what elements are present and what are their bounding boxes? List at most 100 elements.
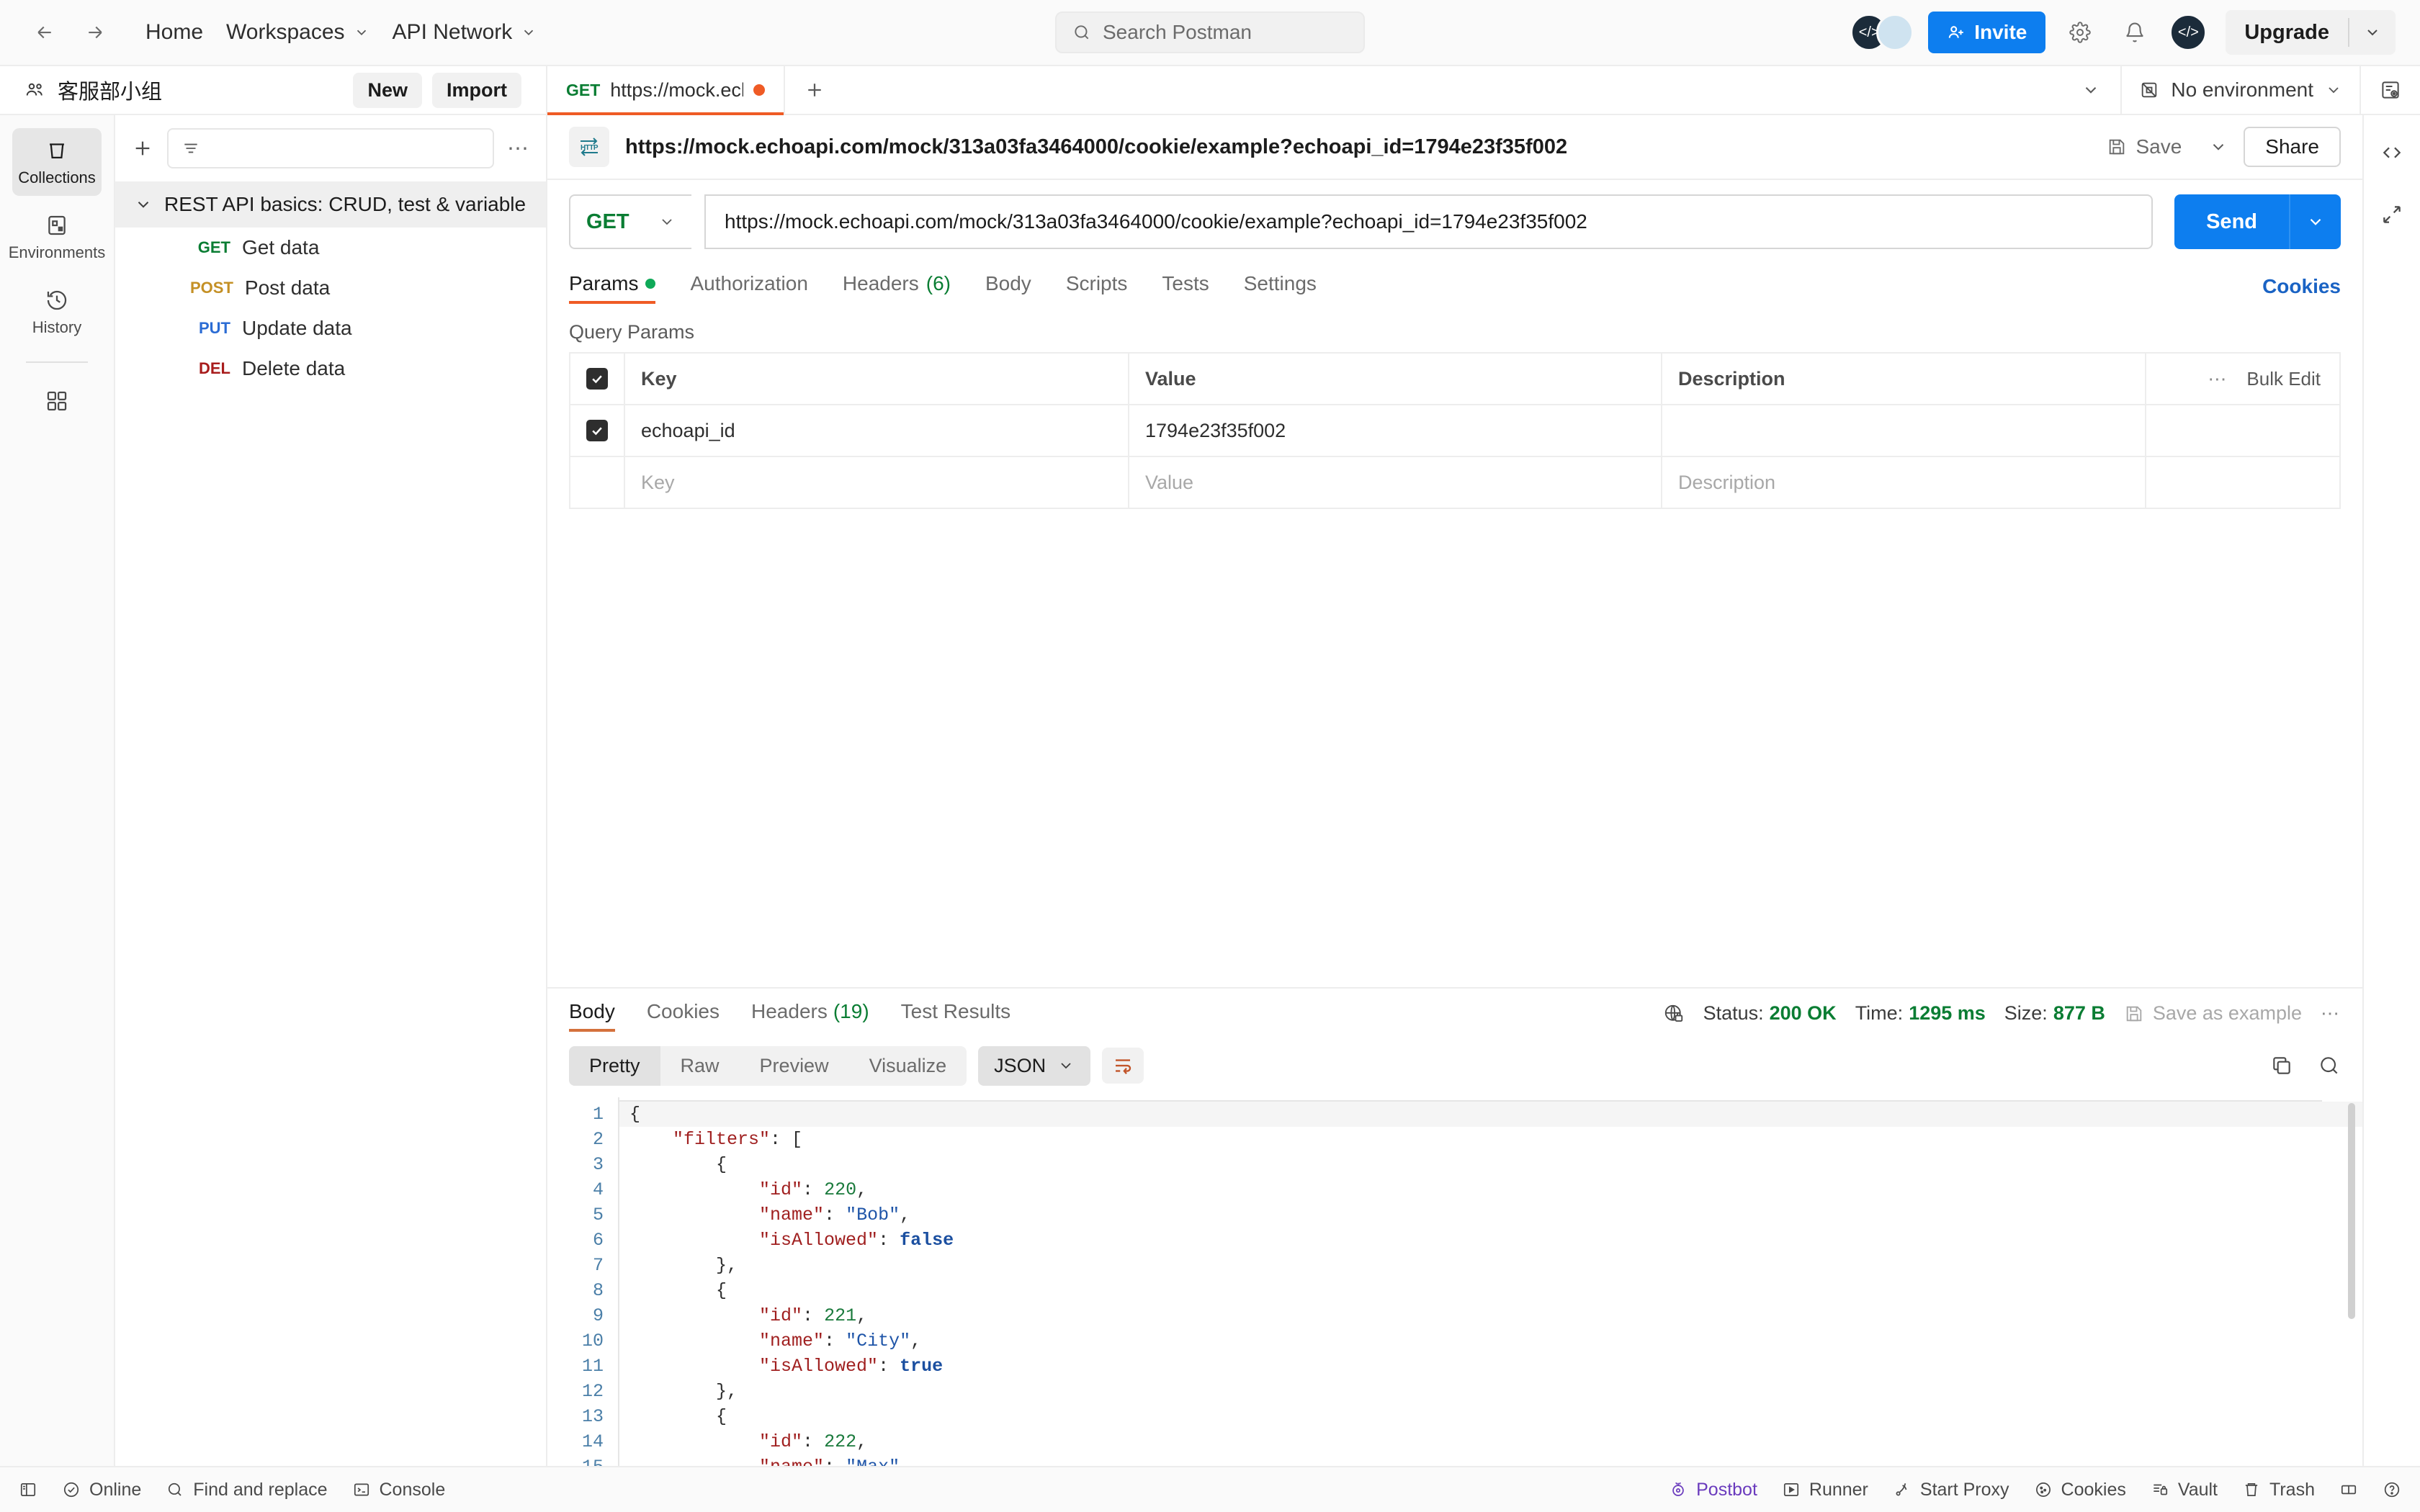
find-and-replace-button[interactable]: Find and replace (166, 1480, 328, 1500)
wrap-lines-icon[interactable] (1102, 1048, 1144, 1084)
ellipsis-icon[interactable]: ⋯ (2321, 1002, 2341, 1025)
upgrade-group: Upgrade (2226, 10, 2396, 55)
layout-panes-icon[interactable] (2339, 1480, 2358, 1499)
send-options-chevron-down-icon[interactable] (2289, 194, 2341, 249)
account-avatar-icon[interactable]: </> (2169, 14, 2208, 51)
ellipsis-icon[interactable]: ⋯ (2208, 368, 2228, 390)
param-value-input[interactable]: Value (1128, 457, 1661, 508)
filter-input[interactable] (167, 128, 494, 168)
response-tab-cookies[interactable]: Cookies (631, 989, 735, 1039)
response-tab-headers[interactable]: Headers (19) (735, 989, 885, 1039)
bell-icon[interactable] (2115, 12, 2155, 53)
ellipsis-icon[interactable]: ⋯ (507, 136, 530, 161)
list-item[interactable]: DEL Delete data (115, 348, 546, 389)
nav-workspaces[interactable]: Workspaces (215, 13, 381, 52)
format-selector[interactable]: JSON (978, 1045, 1091, 1086)
online-status[interactable]: Online (62, 1480, 141, 1500)
bulk-edit-button[interactable]: Bulk Edit (2246, 368, 2321, 390)
console-button[interactable]: Console (352, 1480, 445, 1500)
param-value-input[interactable]: 1794e23f35f002 (1128, 405, 1661, 456)
search-input[interactable]: Search Postman (1055, 12, 1365, 53)
invite-button[interactable]: Invite (1928, 12, 2046, 53)
apps-grid-icon[interactable] (12, 379, 102, 422)
runner-button[interactable]: Runner (1782, 1480, 1868, 1500)
sidebar-item-label: Environments (8, 243, 106, 261)
sidebar-item-collections[interactable]: Collections (12, 128, 102, 196)
list-item[interactable]: POST Post data (115, 268, 546, 308)
save-as-example-button[interactable]: Save as example (2124, 1002, 2302, 1025)
postbot-label: Postbot (1696, 1479, 1757, 1500)
save-button[interactable]: Save (2095, 128, 2193, 166)
scrollbar[interactable] (2348, 1102, 2355, 1319)
team-name[interactable]: 客服部小组 (58, 75, 162, 105)
share-button[interactable]: Share (2244, 127, 2341, 167)
cookies-link[interactable]: Cookies (2262, 275, 2341, 298)
method-selector[interactable]: GET (569, 194, 691, 249)
sidebar-item-history[interactable]: History (12, 278, 102, 346)
param-description-input[interactable]: Description (1661, 457, 2145, 508)
vault-button[interactable]: Vault (2151, 1480, 2218, 1500)
list-item[interactable]: PUT Update data (115, 308, 546, 348)
team-icon (24, 79, 46, 101)
save-disk-icon (2107, 137, 2127, 157)
tab-tests[interactable]: Tests (1144, 262, 1226, 311)
tab-authorization[interactable]: Authorization (673, 262, 825, 311)
new-tab-button[interactable] (785, 66, 844, 114)
view-mode-segment: Pretty Raw Preview Visualize (569, 1045, 967, 1086)
response-tab-body[interactable]: Body (569, 989, 631, 1039)
request-tab[interactable]: GET https://mock.echoapi.c (547, 66, 785, 115)
tab-headers[interactable]: Headers (6) (825, 262, 968, 311)
params-present-indicator-icon (645, 279, 656, 289)
url-input[interactable]: https://mock.echoapi.com/mock/313a03fa34… (704, 194, 2154, 249)
tabs-overflow-chevron-down-icon[interactable] (2061, 66, 2120, 114)
import-button[interactable]: Import (432, 72, 521, 108)
search-icon (1072, 23, 1091, 42)
new-button[interactable]: New (353, 72, 422, 108)
unsaved-indicator-icon (753, 84, 765, 96)
view-mode-pretty[interactable]: Pretty (569, 1045, 660, 1086)
postbot-button[interactable]: Postbot (1669, 1480, 1757, 1500)
response-body-code[interactable]: 12345678910111213141516171819 { "filters… (547, 1097, 2362, 1466)
tab-scripts[interactable]: Scripts (1049, 262, 1145, 311)
view-mode-visualize[interactable]: Visualize (849, 1046, 967, 1086)
view-mode-raw[interactable]: Raw (660, 1046, 740, 1086)
tab-body[interactable]: Body (968, 262, 1049, 311)
code-snippet-icon[interactable] (2370, 131, 2414, 174)
environment-quick-look-icon[interactable] (2360, 66, 2420, 114)
tab-label: Settings (1243, 272, 1317, 294)
help-circle-icon[interactable] (2383, 1480, 2401, 1499)
tab-params[interactable]: Params (569, 262, 673, 311)
collection-row[interactable]: REST API basics: CRUD, test & variable (115, 181, 546, 228)
runner-label: Runner (1809, 1479, 1868, 1500)
nav-home[interactable]: Home (134, 13, 215, 52)
send-button[interactable]: Send (2174, 194, 2289, 249)
arrow-left-icon[interactable] (24, 12, 65, 53)
tab-settings[interactable]: Settings (1227, 262, 1334, 311)
avatar-group[interactable]: </> (1850, 14, 1914, 51)
nav-api-network[interactable]: API Network (381, 13, 549, 52)
select-all-checkbox[interactable] (586, 368, 608, 390)
start-proxy-button[interactable]: Start Proxy (1893, 1480, 2009, 1500)
view-mode-preview[interactable]: Preview (740, 1046, 849, 1086)
expand-collapse-icon[interactable] (2370, 193, 2414, 236)
arrow-right-icon[interactable] (75, 12, 115, 53)
response-tab-test-results[interactable]: Test Results (885, 989, 1027, 1039)
upgrade-button[interactable]: Upgrade (2226, 10, 2348, 55)
sidebar-toggle-icon[interactable] (19, 1480, 37, 1499)
cookies-button[interactable]: Cookies (2034, 1480, 2126, 1500)
param-description-input[interactable] (1661, 405, 2145, 456)
row-checkbox[interactable] (586, 420, 608, 441)
plus-icon[interactable] (131, 137, 154, 160)
copy-icon[interactable] (2270, 1054, 2293, 1077)
save-options-chevron-down-icon[interactable] (2197, 130, 2239, 163)
gear-icon[interactable] (2060, 12, 2100, 53)
trash-button[interactable]: Trash (2242, 1480, 2315, 1500)
environment-selector[interactable]: No environment (2120, 66, 2360, 114)
code-content[interactable]: { "filters": [ { "id": 220, "name": "Bob… (618, 1097, 2362, 1466)
chevron-down-icon[interactable] (2349, 10, 2396, 55)
param-key-input[interactable]: Key (624, 457, 1128, 508)
sidebar-item-environments[interactable]: Environments (9, 203, 105, 271)
list-item[interactable]: GET Get data (115, 228, 546, 268)
search-icon[interactable] (2318, 1054, 2341, 1077)
param-key-input[interactable]: echoapi_id (624, 405, 1128, 456)
